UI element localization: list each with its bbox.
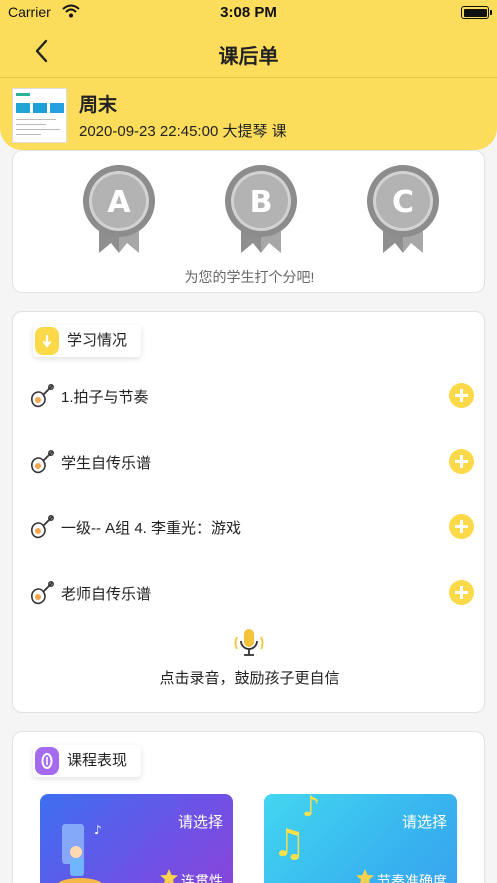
performance-card: 课程表现 ♪ 请选择 连贯性 ♪ ♫ 请选择 节奏准确度 [12,731,485,883]
medal-b-icon[interactable]: B [223,165,299,255]
study-item-label: 学生自传乐谱 [61,455,152,472]
medal-a-letter: A [107,185,131,220]
medal-b-letter: B [250,185,273,220]
study-item-label: 一级-- A组 4. 李重光：游戏 [61,520,242,537]
study-item-label: 1.拍子与节奏 [61,389,149,406]
performance-select[interactable]: 请选择 [402,811,447,832]
performance-option-rhythm[interactable]: ♪ ♫ 请选择 节奏准确度 [264,794,457,883]
microphone-icon[interactable] [232,625,266,659]
battery-icon [461,6,492,19]
music-notes-icon: ♪ ♫ [272,794,320,864]
star-icon [356,869,374,883]
medal-a-icon[interactable]: A [81,165,157,255]
study-item[interactable]: 老师自传乐谱 [29,578,474,608]
svg-text:♫: ♫ [272,821,306,864]
study-item[interactable]: 1.拍子与节奏 [29,381,474,411]
study-item[interactable]: 学生自传乐谱 [29,447,474,477]
study-item-label: 老师自传乐谱 [61,586,152,603]
grade-card: A B C 为您的学生打个分吧! [12,150,485,293]
study-badge-icon [35,327,59,355]
study-item[interactable]: 一级-- A组 4. 李重光：游戏 [29,512,474,542]
guitar-icon [31,384,54,408]
performance-option-continuity[interactable]: ♪ 请选择 连贯性 [40,794,233,883]
svg-text:♪: ♪ [94,823,102,837]
nav-divider [0,77,497,78]
guitar-icon [31,515,54,539]
student-illustration-icon: ♪ [57,823,103,883]
performance-section-header: 课程表现 [33,745,142,777]
performance-select[interactable]: 请选择 [178,811,223,832]
study-section-header: 学习情况 [33,325,142,357]
medal-c-icon[interactable]: C [365,165,441,255]
performance-criterion-label: 节奏准确度 [377,873,447,883]
nav-bar: 课后单 [0,30,497,74]
performance-badge-icon [35,747,59,775]
medal-c-letter: C [392,185,414,220]
star-icon [160,869,178,883]
course-name: 周末 [79,95,118,116]
status-time: 3:08 PM [220,4,277,21]
status-bar: Carrier 3:08 PM [0,0,497,26]
performance-section-title: 课程表现 [67,752,128,769]
record-hint[interactable]: 点击录音，鼓励孩子更自信 [13,667,486,688]
svg-text:♪: ♪ [302,794,320,823]
guitar-icon [31,581,54,605]
course-meta: 2020-09-23 22:45:00 大提琴 课 [79,123,287,140]
grade-hint: 为您的学生打个分吧! [184,269,315,285]
performance-criterion-label: 连贯性 [181,873,223,883]
course-info: 周末 2020-09-23 22:45:00 大提琴 课 [12,86,482,146]
add-icon[interactable] [449,580,474,605]
study-section-title: 学习情况 [67,332,128,349]
performance-criterion: 连贯性 [159,869,223,883]
guitar-icon [31,450,54,474]
page-title: 课后单 [218,46,279,68]
add-icon[interactable] [449,449,474,474]
header: Carrier 3:08 PM 课后单 周末 2020-09-23 22:45:… [0,0,497,150]
add-icon[interactable] [449,383,474,408]
study-card: 学习情况 1.拍子与节奏 学生自传乐谱 一级-- A组 4. 李重光：游戏 老师… [12,311,485,713]
performance-criterion: 节奏准确度 [355,869,447,883]
course-thumbnail [12,88,67,143]
add-icon[interactable] [449,514,474,539]
